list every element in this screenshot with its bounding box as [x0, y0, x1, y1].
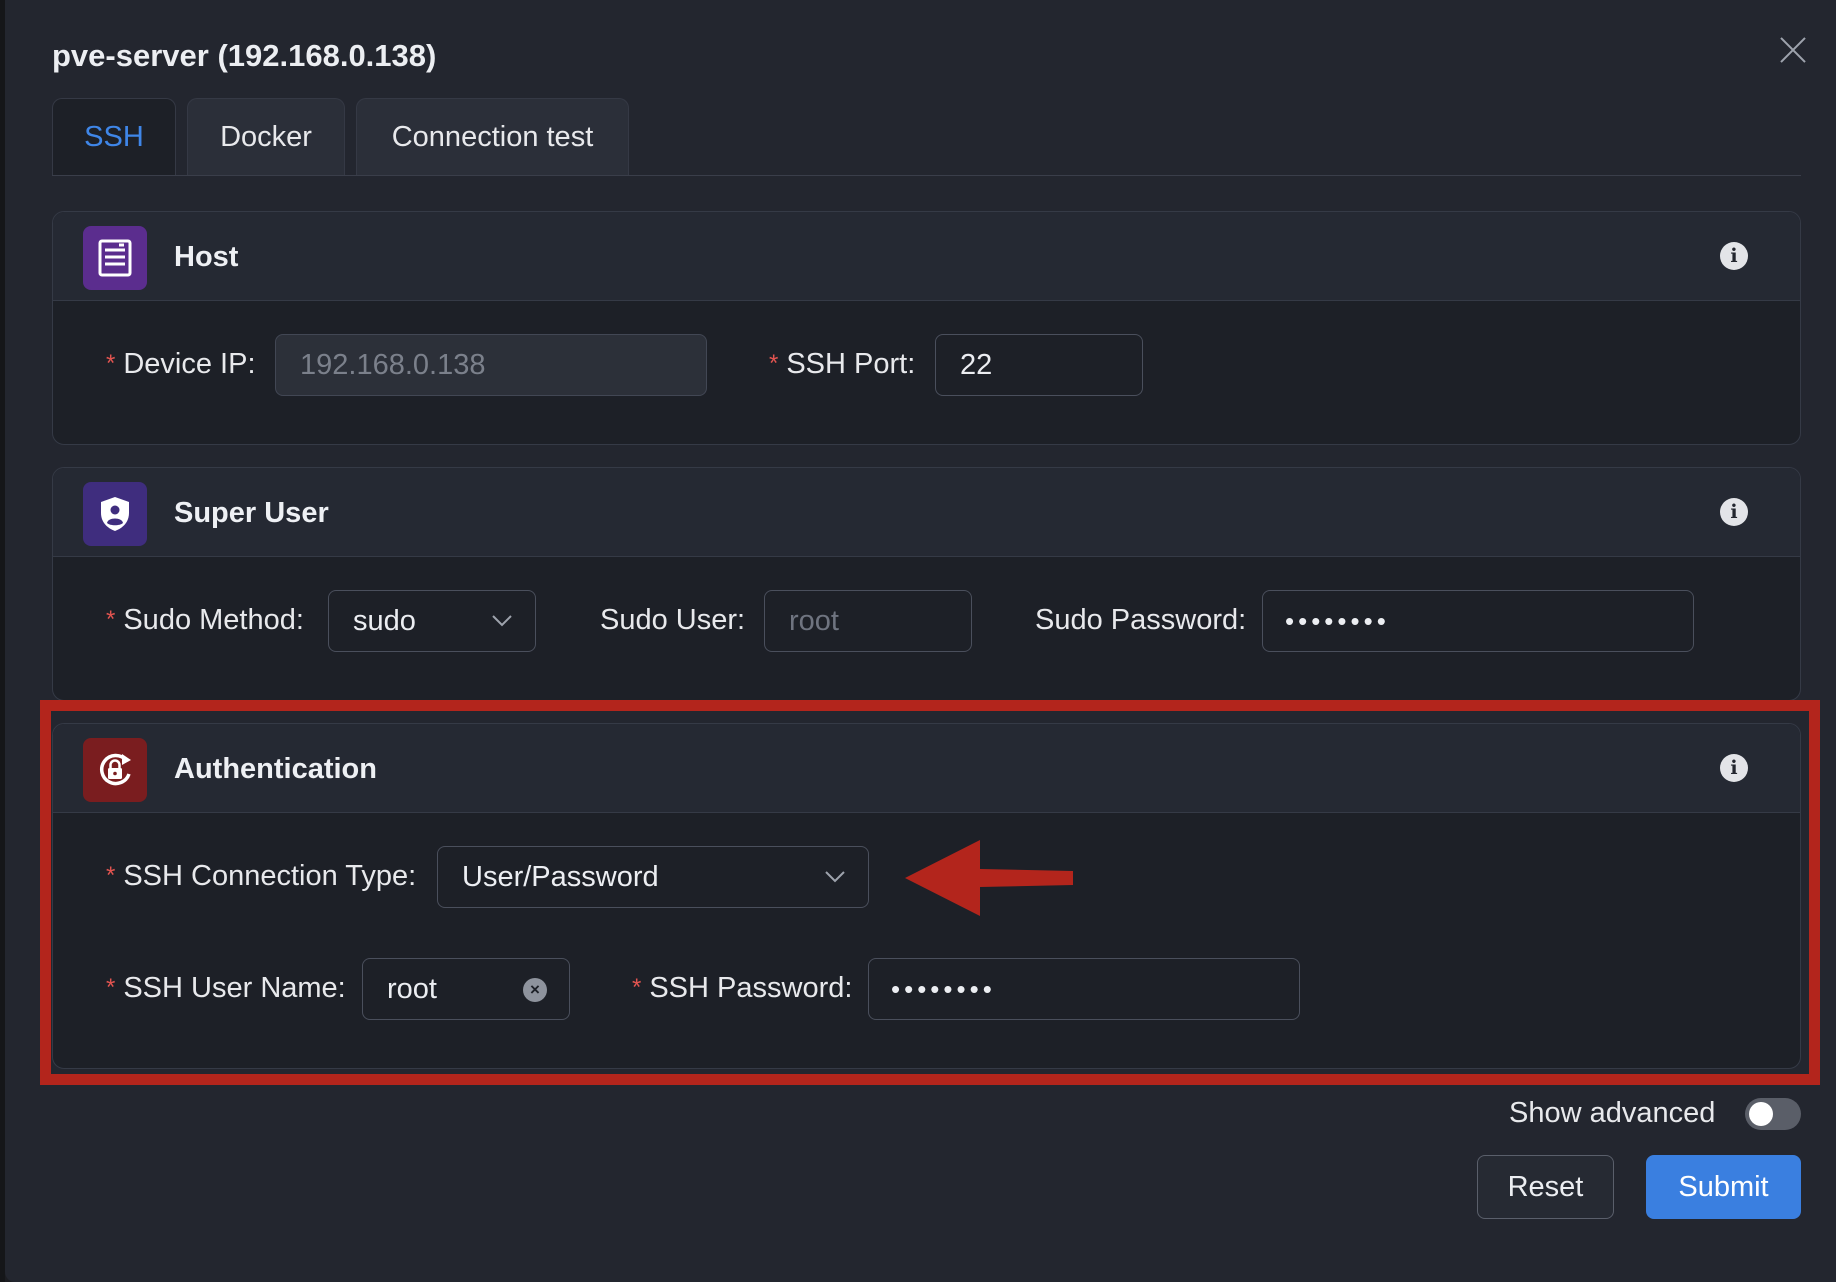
sudo-user-label: Sudo User: — [600, 604, 746, 636]
reset-button[interactable]: Reset — [1477, 1155, 1614, 1219]
tab-docker[interactable]: Docker — [187, 98, 345, 176]
show-advanced-toggle[interactable] — [1745, 1098, 1801, 1130]
device-ip-input[interactable]: 192.168.0.138 — [275, 334, 707, 396]
server-settings-modal: pve-server (192.168.0.138) SSH Docker Co… — [5, 0, 1836, 1282]
device-ip-label: * Device IP: — [106, 348, 256, 380]
server-icon — [83, 226, 147, 290]
sudo-password-input[interactable]: •••••••• — [1262, 590, 1694, 652]
ssh-port-label: * SSH Port: — [769, 348, 916, 380]
sudo-method-value: sudo — [353, 604, 416, 637]
super-user-section: Super User i * Sudo Method: sudo Sudo Use… — [52, 467, 1801, 701]
tab-ssh[interactable]: SSH — [52, 98, 176, 176]
chevron-down-icon — [492, 615, 512, 627]
super-user-section-header: Super User i — [53, 468, 1800, 557]
host-section-header: Host i — [53, 212, 1800, 301]
sudo-method-label: * Sudo Method: — [106, 604, 304, 636]
close-icon[interactable] — [1773, 30, 1813, 70]
red-arrow-icon — [905, 840, 1073, 916]
sudo-password-label: Sudo Password: — [1035, 604, 1247, 636]
show-advanced-label: Show advanced — [1509, 1097, 1716, 1129]
host-info-icon[interactable]: i — [1720, 242, 1748, 270]
super-user-info-icon[interactable]: i — [1720, 498, 1748, 526]
sudo-method-select[interactable]: sudo — [328, 590, 536, 652]
modal-title: pve-server (192.168.0.138) — [52, 38, 437, 73]
sudo-user-input[interactable]: root — [764, 590, 972, 652]
toggle-knob — [1749, 1102, 1773, 1126]
shield-user-icon — [83, 482, 147, 546]
ssh-port-input[interactable]: 22 — [935, 334, 1143, 396]
super-user-section-title: Super User — [174, 497, 329, 529]
submit-button[interactable]: Submit — [1646, 1155, 1801, 1219]
tab-connection-test[interactable]: Connection test — [356, 98, 629, 176]
host-section-title: Host — [174, 241, 239, 273]
host-section: Host i * Device IP: 192.168.0.138 * SSH Po… — [52, 211, 1801, 445]
tab-divider — [52, 175, 1801, 176]
